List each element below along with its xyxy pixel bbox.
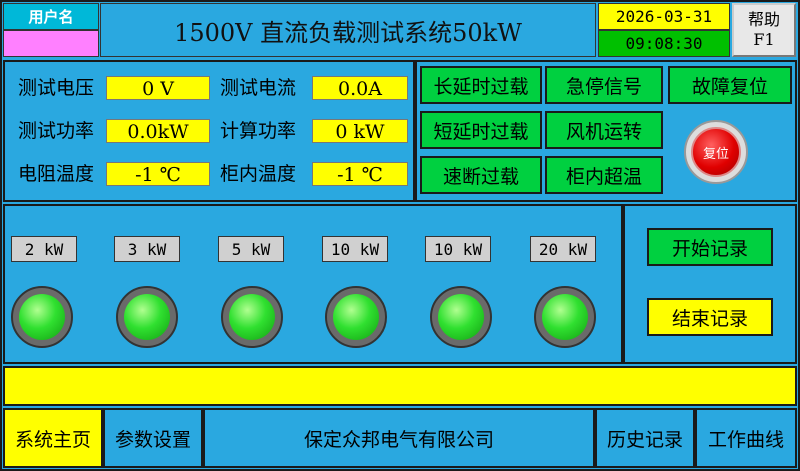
end-record-button[interactable]: 结束记录: [647, 298, 773, 336]
resistor-temp-value: -1 ℃: [106, 162, 210, 186]
nav-curve-button[interactable]: 工作曲线: [695, 408, 797, 468]
test-voltage-value: 0 V: [106, 76, 210, 100]
test-current-value: 0.0A: [312, 76, 408, 100]
instant-overload-indicator: 速断过载: [420, 156, 542, 194]
emergency-stop-indicator: 急停信号: [545, 66, 663, 104]
nav-home-button[interactable]: 系统主页: [3, 408, 103, 468]
message-bar: [3, 366, 797, 406]
reset-button-face: 复位: [691, 127, 741, 177]
lamp-on-indicator: [333, 294, 379, 340]
lamp-on-indicator: [542, 294, 588, 340]
reset-push-button[interactable]: 复位: [684, 120, 748, 184]
test-voltage-label: 测试电压: [18, 77, 95, 99]
load-label-20kw: 20 kW: [530, 236, 596, 262]
date-display: 2026-03-31: [598, 3, 730, 30]
long-delay-overload-indicator: 长延时过载: [420, 66, 542, 104]
resistor-temp-label: 电阻温度: [18, 163, 95, 185]
test-power-value: 0.0kW: [106, 119, 210, 143]
load-lamp-10kw-a[interactable]: [325, 286, 387, 348]
load-lamp-20kw[interactable]: [534, 286, 596, 348]
nav-params-button[interactable]: 参数设置: [103, 408, 203, 468]
load-switch-panel: [3, 204, 623, 364]
fault-reset-button[interactable]: 故障复位: [668, 66, 792, 104]
user-name-label: 用户名: [3, 3, 99, 30]
user-name-field[interactable]: [3, 30, 99, 57]
nav-history-button[interactable]: 历史记录: [595, 408, 695, 468]
lamp-on-indicator: [124, 294, 170, 340]
load-label-10kw-b: 10 kW: [425, 236, 491, 262]
time-display: 09:08:30: [598, 30, 730, 57]
short-delay-overload-indicator: 短延时过载: [420, 111, 542, 149]
help-button-label: 帮助: [747, 10, 780, 29]
page-title: 1500V 直流负载测试系统50kW: [100, 3, 596, 57]
load-lamp-2kw[interactable]: [11, 286, 73, 348]
help-button[interactable]: 帮助 F1: [732, 3, 796, 57]
load-label-2kw: 2 kW: [11, 236, 77, 262]
cabinet-overtemp-indicator: 柜内超温: [545, 156, 663, 194]
fan-running-indicator: 风机运转: [545, 111, 663, 149]
cabinet-temp-value: -1 ℃: [312, 162, 408, 186]
test-current-label: 测试电流: [220, 77, 297, 99]
lamp-on-indicator: [438, 294, 484, 340]
start-record-button[interactable]: 开始记录: [647, 228, 773, 266]
load-label-3kw: 3 kW: [114, 236, 180, 262]
company-name: 保定众邦电气有限公司: [203, 408, 595, 468]
load-lamp-5kw[interactable]: [221, 286, 283, 348]
calc-power-label: 计算功率: [220, 120, 297, 142]
cabinet-temp-label: 柜内温度: [220, 163, 297, 185]
lamp-on-indicator: [19, 294, 65, 340]
test-power-label: 测试功率: [18, 120, 95, 142]
help-button-key: F1: [753, 30, 775, 49]
load-lamp-10kw-b[interactable]: [430, 286, 492, 348]
load-lamp-3kw[interactable]: [116, 286, 178, 348]
load-label-10kw-a: 10 kW: [322, 236, 388, 262]
lamp-on-indicator: [229, 294, 275, 340]
calc-power-value: 0 kW: [312, 119, 408, 143]
load-label-5kw: 5 kW: [218, 236, 284, 262]
